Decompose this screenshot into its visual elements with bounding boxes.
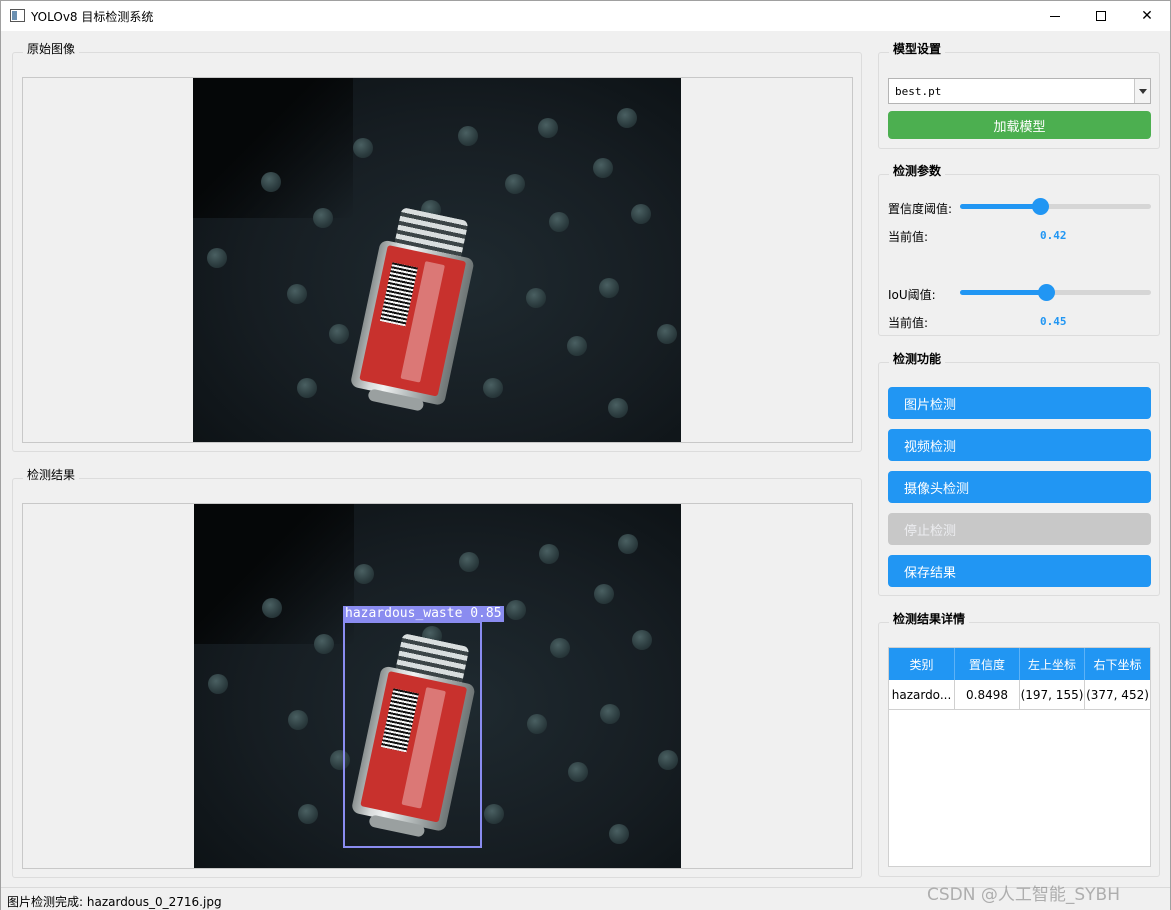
original-image-title: 原始图像 [23,40,80,57]
confidence-value: 0.42 [1040,229,1067,242]
model-select-value: best.pt [895,85,942,98]
column-header-class[interactable]: 类别 [889,648,955,680]
iou-slider-handle[interactable] [1037,284,1055,301]
iou-value: 0.45 [1040,315,1067,328]
maximize-icon [1096,11,1106,21]
maximize-button[interactable] [1078,1,1124,31]
watermark: CSDN @人工智能_SYBH [927,885,1120,905]
close-icon: ✕ [1141,8,1153,24]
detection-functions-title: 检测功能 [889,350,946,367]
app-window: YOLOv8 目标检测系统 ✕ 原始图像 检测结果 hazardous_wast… [0,0,1171,910]
cell-confidence[interactable]: 0.8498 [955,680,1020,710]
chevron-down-icon[interactable] [1134,79,1150,103]
confidence-label: 置信度阈值: [888,202,953,216]
cell-class[interactable]: hazardo... [889,680,955,710]
result-details-table: 类别 置信度 左上坐标 右下坐标 hazardo... 0.8498 (197,… [888,647,1151,867]
original-image-frame [22,77,853,443]
result-image-frame: hazardous_waste 0.85 [22,503,853,869]
result-details-title: 检测结果详情 [889,610,970,627]
column-header-bottom-right[interactable]: 右下坐标 [1085,648,1150,680]
result-image: hazardous_waste 0.85 [194,504,681,868]
detection-bounding-box [343,621,482,848]
minimize-icon [1050,15,1060,17]
close-button[interactable]: ✕ [1124,1,1170,31]
cell-top-left[interactable]: (197, 155) [1020,680,1085,710]
cell-bottom-right[interactable]: (377, 452) [1085,680,1150,710]
stop-detect-button[interactable]: 停止检测 [888,513,1151,545]
camera-detect-button[interactable]: 摄像头检测 [888,471,1151,503]
original-image [193,78,681,442]
iou-current-label: 当前值: [888,316,929,330]
table-header: 类别 置信度 左上坐标 右下坐标 [889,648,1150,680]
model-select[interactable]: best.pt [888,78,1151,104]
confidence-slider-fill [960,204,1041,209]
status-text: 图片检测完成: hazardous_0_2716.jpg [7,895,222,909]
iou-slider-fill [960,290,1046,295]
iou-label: IoU阈值: [888,288,936,302]
save-result-button[interactable]: 保存结果 [888,555,1151,587]
video-detect-button[interactable]: 视频检测 [888,429,1151,461]
iou-slider[interactable] [960,284,1151,301]
column-header-top-left[interactable]: 左上坐标 [1020,648,1085,680]
detection-params-group [878,174,1160,336]
model-settings-title: 模型设置 [889,40,946,57]
confidence-current-label: 当前值: [888,230,929,244]
detection-label: hazardous_waste 0.85 [343,606,504,622]
result-image-title: 检测结果 [23,466,80,483]
minimize-button[interactable] [1032,1,1078,31]
window-title: YOLOv8 目标检测系统 [31,10,154,24]
confidence-slider[interactable] [960,198,1151,215]
column-header-confidence[interactable]: 置信度 [955,648,1020,680]
table-row[interactable]: hazardo... 0.8498 (197, 155) (377, 452) [889,680,1150,710]
load-model-button[interactable]: 加载模型 [888,111,1151,139]
app-icon [10,9,25,22]
image-detect-button[interactable]: 图片检测 [888,387,1151,419]
title-bar: YOLOv8 目标检测系统 ✕ [1,1,1170,31]
detection-params-title: 检测参数 [889,162,946,179]
